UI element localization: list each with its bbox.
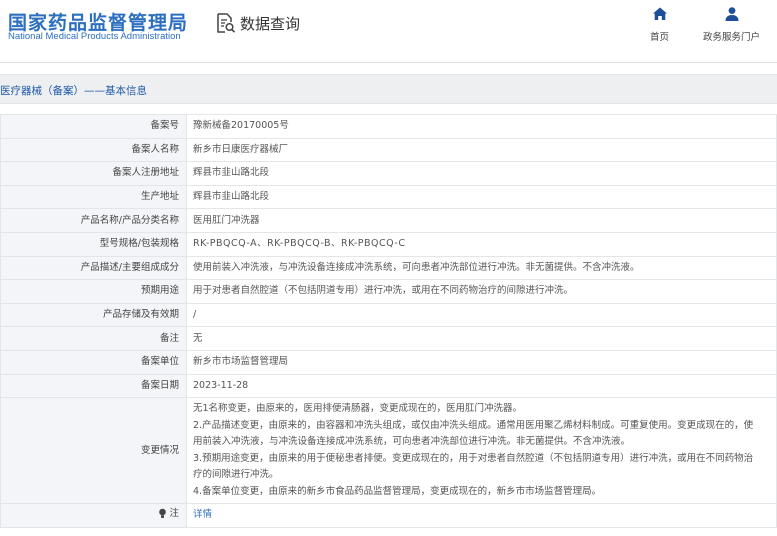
field-label: 生产地址 xyxy=(0,184,187,210)
field-label: 备案单位 xyxy=(0,349,187,375)
field-value: 辉县市韭山路北段 xyxy=(186,184,777,210)
change-line: 4.备案单位变更，由原来的新乡市食品药品监督管理局，变更成现在的，新乡市市场监督… xyxy=(193,485,602,497)
home-icon xyxy=(652,7,667,20)
field-value: 2023-11-28 xyxy=(186,373,777,399)
field-label: 备案人名称 xyxy=(0,137,187,163)
field-label: 产品名称/产品分类名称 xyxy=(0,208,187,233)
table-row: 型号规格/包装规格 RK-PBQCQ-A、RK-PBQCQ-B、RK-PBQCQ-… xyxy=(0,231,777,257)
table-row: 备案单位 新乡市市场监督管理局 xyxy=(0,349,777,375)
change-line: 3.预期用途变更，由原来的用于便秘患者排便。变更成现在的，用于对患者自然腔道（不… xyxy=(193,452,754,464)
table-row: 预期用途 用于对患者自然腔道（不包括阴道专用）进行冲洗，或用在不同药物治疗的间隙进… xyxy=(0,279,777,304)
field-label: 备注 xyxy=(0,326,187,351)
logo-english[interactable]: National Medical Products Administration xyxy=(8,31,181,42)
field-label: 备案号 xyxy=(0,114,187,139)
nav-home[interactable]: 首页 xyxy=(650,6,669,43)
table-row: 产品名称/产品分类名称 医用肛门冲洗器 xyxy=(0,208,777,233)
nav-portal-label: 政务服务门户 xyxy=(703,32,761,43)
field-value: 无 xyxy=(186,326,777,351)
field-value: 医用肛门冲洗器 xyxy=(186,208,777,233)
change-line: 2.产品描述变更，由原来的，由容器和冲洗头组成，或仅由冲洗头组成。通常用医用聚乙… xyxy=(193,419,754,431)
change-line: 无1名称变更，由原来的，医用排便清肠器，变更成现在的，医用肛门冲洗器。 xyxy=(193,403,523,415)
nav-gov-service-portal[interactable]: 政务服务门户 xyxy=(703,6,760,43)
table-row-changes: 变更情况 无1名称变更，由原来的，医用排便清肠器，变更成现在的，医用肛门冲洗器。 2… xyxy=(0,397,777,505)
change-line: 疗的间隙进行冲洗。 xyxy=(193,469,279,481)
table-row: 备案号 豫新械备20170005号 xyxy=(0,114,777,139)
table-row: 生产地址 辉县市韭山路北段 xyxy=(0,184,777,210)
field-label: 备案日期 xyxy=(0,373,187,399)
field-value: 豫新械备20170005号 xyxy=(186,114,777,139)
table-row: 备案日期 2023-11-28 xyxy=(0,373,777,399)
field-label: 注 xyxy=(0,503,187,528)
field-label: 预期用途 xyxy=(0,279,187,304)
field-label: 产品描述/主要组成成分 xyxy=(0,255,187,281)
field-label: 变更情况 xyxy=(0,397,187,505)
field-value: 使用前装入冲洗液，与冲洗设备连接成冲洗系统，可向患者冲洗部位进行冲洗。非无菌提供… xyxy=(186,255,777,281)
field-value: 新乡市市场监督管理局 xyxy=(186,349,777,375)
table-row: 产品描述/主要组成成分 使用前装入冲洗液，与冲洗设备连接成冲洗系统，可向患者冲洗部… xyxy=(0,255,777,281)
field-value: / xyxy=(186,302,777,328)
header-divider xyxy=(0,62,777,63)
field-label: 产品存储及有效期 xyxy=(0,302,187,328)
table-row-note: 注 详情 xyxy=(0,503,777,528)
nav-home-label: 首页 xyxy=(650,32,670,43)
section-bar: 医疗器械（备案）——基本信息 xyxy=(0,74,777,104)
field-label: 备案人注册地址 xyxy=(0,161,187,186)
table-row: 产品存储及有效期 / xyxy=(0,302,777,328)
change-line: 用前装入冲洗液，与冲洗设备连接成冲洗系统，可向患者冲洗部位进行冲洗。非无菌提供。… xyxy=(193,436,631,448)
table-row: 备案人注册地址 辉县市韭山路北段 xyxy=(0,161,777,186)
field-value: 辉县市韭山路北段 xyxy=(186,161,777,186)
breadcrumb: 医疗器械（备案）——基本信息 xyxy=(0,85,147,97)
field-label: 型号规格/包装规格 xyxy=(0,231,187,257)
field-value: RK-PBQCQ-A、RK-PBQCQ-B、RK-PBQCQ-C xyxy=(186,231,777,257)
data-query-title: 数据查询 xyxy=(216,11,300,35)
field-value: 用于对患者自然腔道（不包括阴道专用）进行冲洗，或用在不同药物治疗的间隙进行冲洗。 xyxy=(186,279,777,304)
table-row: 备注无 xyxy=(0,326,777,351)
details-link[interactable]: 详情 xyxy=(193,509,212,520)
note-label: 注 xyxy=(169,507,179,519)
document-search-icon xyxy=(217,13,236,33)
note-value: 详情 xyxy=(186,503,777,528)
field-value: 新乡市日康医疗器械厂 xyxy=(186,137,777,163)
lightbulb-icon xyxy=(159,508,167,519)
site-header: 国家药品监督管理局 National Medical Products Admi… xyxy=(0,0,777,62)
data-query-label: 数据查询 xyxy=(240,14,301,33)
table-row: 备案人名称 新乡市日康医疗器械厂 xyxy=(0,137,777,163)
detail-table: 备案号 豫新械备20170005号 备案人名称 新乡市日康医疗器械厂 备案人注册地址 辉县… xyxy=(0,114,777,528)
user-icon xyxy=(725,7,738,21)
changes-value: 无1名称变更，由原来的，医用排便清肠器，变更成现在的，医用肛门冲洗器。 2.产品描… xyxy=(186,397,777,505)
